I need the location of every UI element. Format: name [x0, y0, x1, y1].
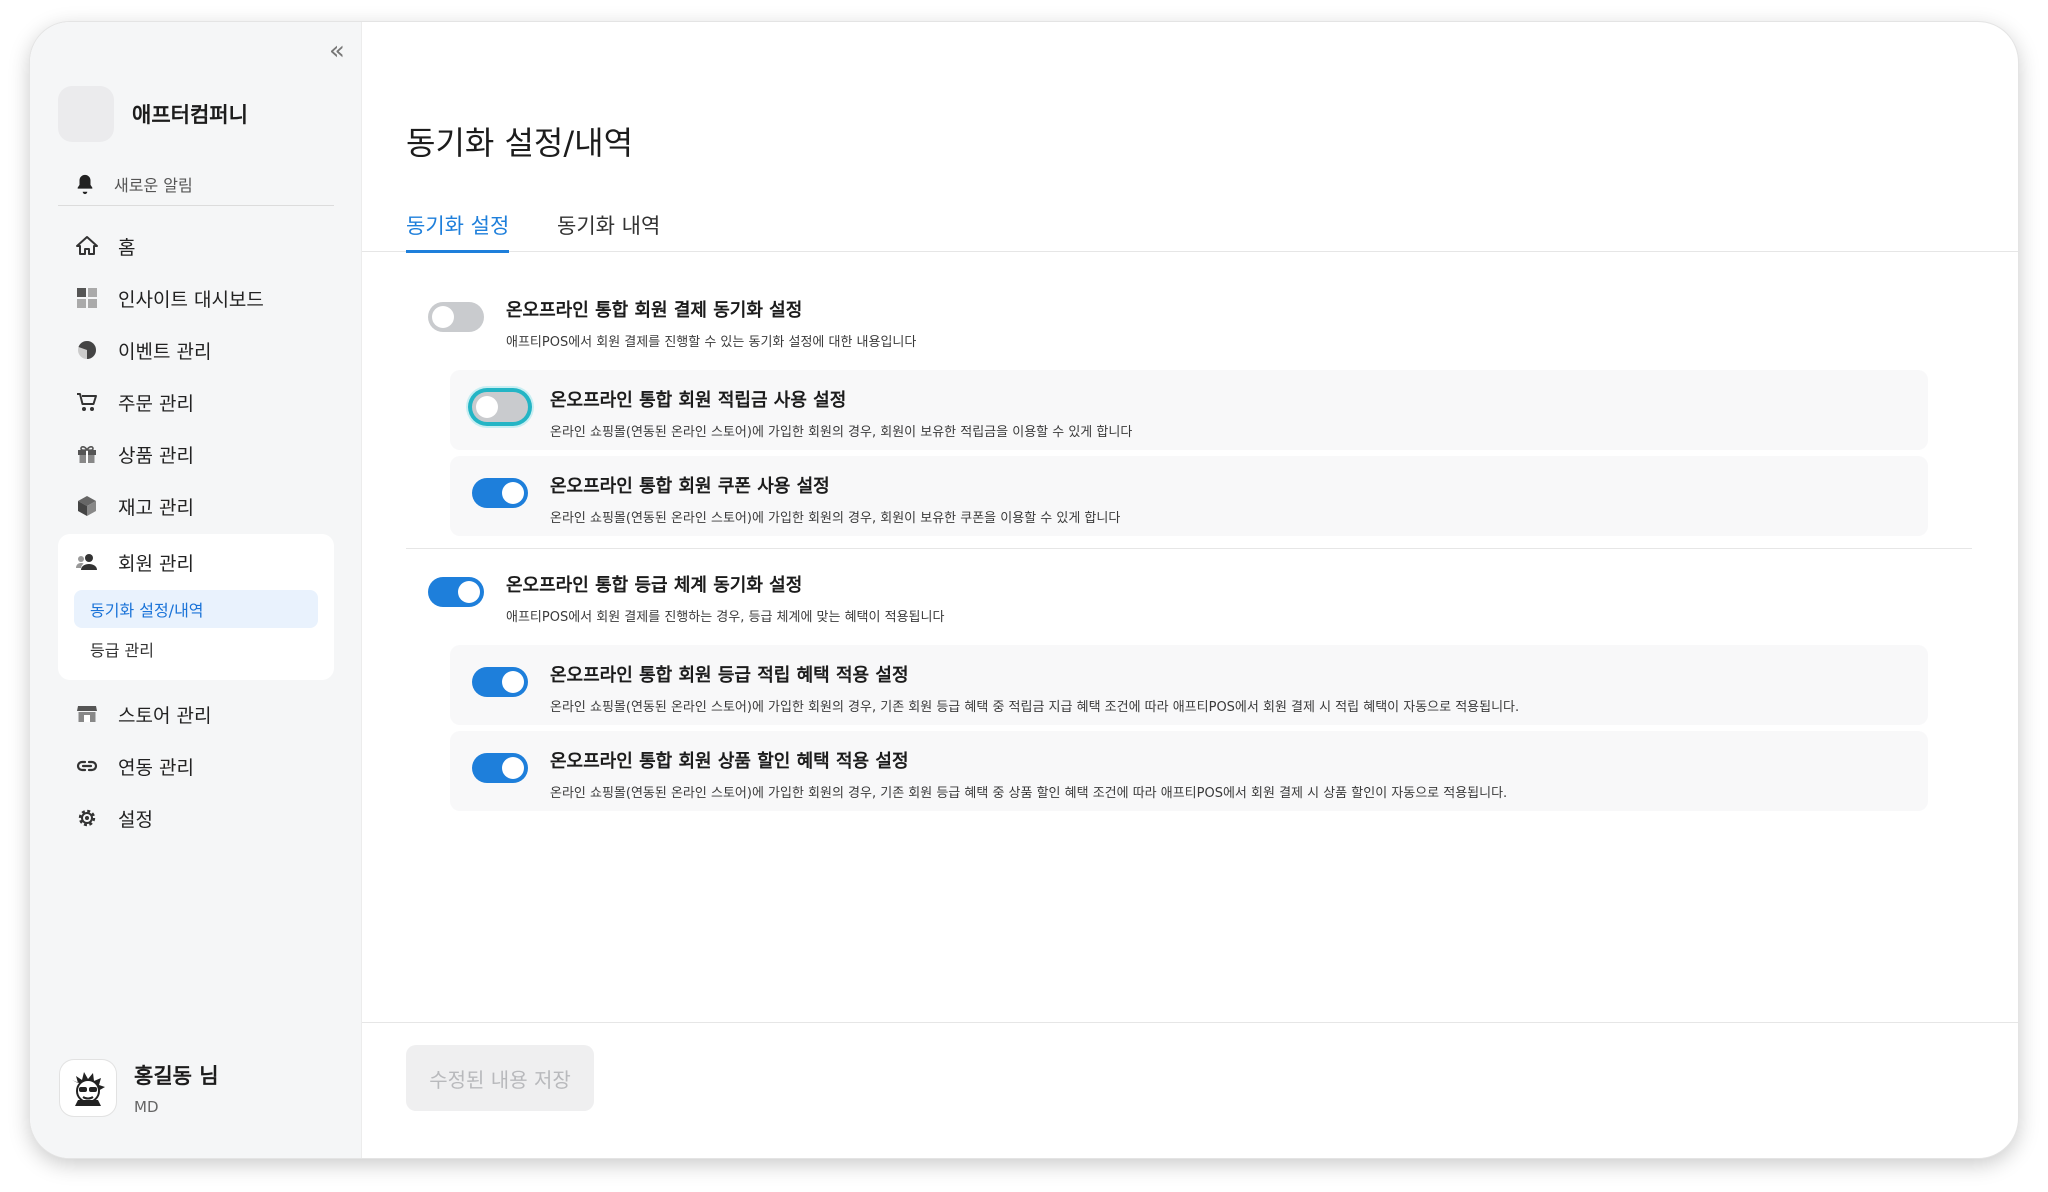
sidebar-subitem-label: 동기화 설정/내역: [90, 601, 204, 620]
setting-row-nested: 온오프라인 통합 회원 상품 할인 혜택 적용 설정 온라인 쇼핑몰(연동된 온…: [450, 731, 1928, 811]
setting-row-nested: 온오프라인 통합 회원 적립금 사용 설정 온라인 쇼핑몰(연동된 온라인 스토…: [450, 370, 1928, 450]
setting-row-nested: 온오프라인 통합 회원 등급 적립 혜택 적용 설정 온라인 쇼핑몰(연동된 온…: [450, 645, 1928, 725]
sidebar-item-label: 이벤트 관리: [118, 340, 212, 363]
setting-title: 온오프라인 통합 회원 쿠폰 사용 설정: [550, 476, 830, 497]
setting-title: 온오프라인 통합 회원 결제 동기화 설정: [506, 300, 803, 321]
sidebar-item-label: 재고 관리: [118, 496, 194, 519]
sidebar-item-label: 인사이트 대시보드: [118, 288, 264, 311]
save-changes-button[interactable]: 수정된 내용 저장: [406, 1045, 594, 1111]
toggle-member-payment-sync[interactable]: [428, 302, 484, 332]
sidebar-item-label: 상품 관리: [118, 444, 194, 467]
sidebar-item-dashboard[interactable]: 인사이트 대시보드: [58, 272, 334, 324]
setting-description: 온라인 쇼핑몰(연동된 온라인 스토어)에 가입한 회원의 경우, 회원이 보유…: [550, 511, 1121, 526]
sidebar: « 애프터컴퍼니 새로운 알림 홈 인사이트 대시보드 이벤트 관리 주문 관리…: [30, 22, 362, 1158]
toggle-knob: [476, 396, 498, 418]
sidebar-item-label: 주문 관리: [118, 392, 194, 415]
main-content: 동기화 설정/내역 동기화 설정 동기화 내역 온오프라인 통합 회원 결제 동…: [362, 22, 2018, 1158]
toggle-knob: [502, 482, 524, 504]
sidebar-subitem-label: 등급 관리: [90, 641, 154, 660]
company-header: 애프터컴퍼니: [58, 86, 248, 142]
user-role: MD: [134, 1098, 159, 1116]
sidebar-nav: 홈 인사이트 대시보드 이벤트 관리 주문 관리 상품 관리 재고 관리 회원 …: [58, 220, 334, 844]
sidebar-item-events[interactable]: 이벤트 관리: [58, 324, 334, 376]
setting-row: 온오프라인 통합 회원 결제 동기화 설정 애프티POS에서 회원 결제를 진행…: [406, 284, 1972, 370]
sidebar-item-label: 설정: [118, 808, 153, 831]
user-profile[interactable]: 홍길동 님 MD: [60, 1060, 219, 1116]
sidebar-item-integrations[interactable]: 연동 관리: [58, 740, 334, 792]
settings-list: 온오프라인 통합 회원 결제 동기화 설정 애프티POS에서 회원 결제를 진행…: [406, 284, 1972, 817]
toggle-grade-points-benefit[interactable]: [472, 667, 528, 697]
avatar: [60, 1060, 116, 1116]
toggle-product-discount-benefit[interactable]: [472, 753, 528, 783]
users-icon: [74, 549, 100, 575]
sidebar-item-members[interactable]: 회원 관리: [58, 536, 334, 588]
setting-title: 온오프라인 통합 등급 체계 동기화 설정: [506, 575, 803, 596]
sidebar-item-label: 스토어 관리: [118, 704, 212, 727]
gift-icon: [74, 441, 100, 467]
sidebar-item-home[interactable]: 홈: [58, 220, 334, 272]
sidebar-item-label: 연동 관리: [118, 756, 194, 779]
pie-chart-icon: [74, 337, 100, 363]
toggle-knob: [502, 671, 524, 693]
cart-icon: [74, 389, 100, 415]
collapse-sidebar-icon[interactable]: «: [322, 36, 352, 66]
avatar-face-icon: [72, 1072, 105, 1106]
sidebar-subitem-sync[interactable]: 동기화 설정/내역: [74, 590, 318, 628]
dashboard-icon: [74, 285, 100, 311]
home-icon: [74, 233, 100, 259]
sidebar-item-settings[interactable]: 설정: [58, 792, 334, 844]
sidebar-item-label: 회원 관리: [118, 552, 194, 575]
section-divider: [406, 548, 1972, 549]
setting-description: 애프티POS에서 회원 결제를 진행하는 경우, 등급 체계에 맞는 혜택이 적…: [506, 610, 945, 625]
store-icon: [74, 701, 100, 727]
sidebar-item-stores[interactable]: 스토어 관리: [58, 688, 334, 740]
toggle-coupon-usage[interactable]: [472, 478, 528, 508]
setting-description: 애프티POS에서 회원 결제를 진행할 수 있는 동기화 설정에 대한 내용입니…: [506, 335, 917, 350]
sidebar-item-products[interactable]: 상품 관리: [58, 428, 334, 480]
toggle-grade-system-sync[interactable]: [428, 577, 484, 607]
setting-title: 온오프라인 통합 회원 적립금 사용 설정: [550, 390, 847, 411]
page-title: 동기화 설정/내역: [406, 124, 634, 162]
setting-description: 온라인 쇼핑몰(연동된 온라인 스토어)에 가입한 회원의 경우, 회원이 보유…: [550, 425, 1133, 440]
footer-bar: 수정된 내용 저장: [362, 1022, 2018, 1158]
company-name: 애프터컴퍼니: [132, 103, 248, 127]
user-name: 홍길동 님: [134, 1064, 219, 1088]
box-icon: [74, 493, 100, 519]
bell-icon: [77, 174, 93, 194]
notification-item[interactable]: 새로운 알림: [58, 162, 334, 206]
member-nav-group: 회원 관리 동기화 설정/내역 등급 관리: [58, 534, 334, 680]
sidebar-item-label: 홈: [118, 236, 136, 259]
setting-row: 온오프라인 통합 등급 체계 동기화 설정 애프티POS에서 회원 결제를 진행…: [406, 559, 1972, 645]
setting-description: 온라인 쇼핑몰(연동된 온라인 스토어)에 가입한 회원의 경우, 기존 회원 …: [550, 786, 1508, 801]
app-window: « 애프터컴퍼니 새로운 알림 홈 인사이트 대시보드 이벤트 관리 주문 관리…: [30, 22, 2018, 1158]
sidebar-subitem-grades[interactable]: 등급 관리: [74, 630, 318, 668]
tab-bar: 동기화 설정 동기화 내역: [362, 200, 2018, 253]
setting-description: 온라인 쇼핑몰(연동된 온라인 스토어)에 가입한 회원의 경우, 기존 회원 …: [550, 700, 1520, 715]
setting-row-nested: 온오프라인 통합 회원 쿠폰 사용 설정 온라인 쇼핑몰(연동된 온라인 스토어…: [450, 456, 1928, 536]
link-icon: [74, 753, 100, 779]
toggle-knob: [432, 306, 454, 328]
toggle-points-usage[interactable]: [472, 392, 528, 422]
tab-sync-history[interactable]: 동기화 내역: [557, 210, 660, 252]
notification-label: 새로운 알림: [114, 175, 193, 195]
setting-title: 온오프라인 통합 회원 상품 할인 혜택 적용 설정: [550, 751, 909, 772]
sidebar-item-orders[interactable]: 주문 관리: [58, 376, 334, 428]
setting-title: 온오프라인 통합 회원 등급 적립 혜택 적용 설정: [550, 665, 909, 686]
tab-sync-settings[interactable]: 동기화 설정: [406, 210, 510, 253]
toggle-knob: [458, 581, 480, 603]
company-logo: [58, 86, 114, 142]
toggle-knob: [502, 757, 524, 779]
sidebar-item-inventory[interactable]: 재고 관리: [58, 480, 334, 532]
gear-icon: [74, 805, 100, 831]
